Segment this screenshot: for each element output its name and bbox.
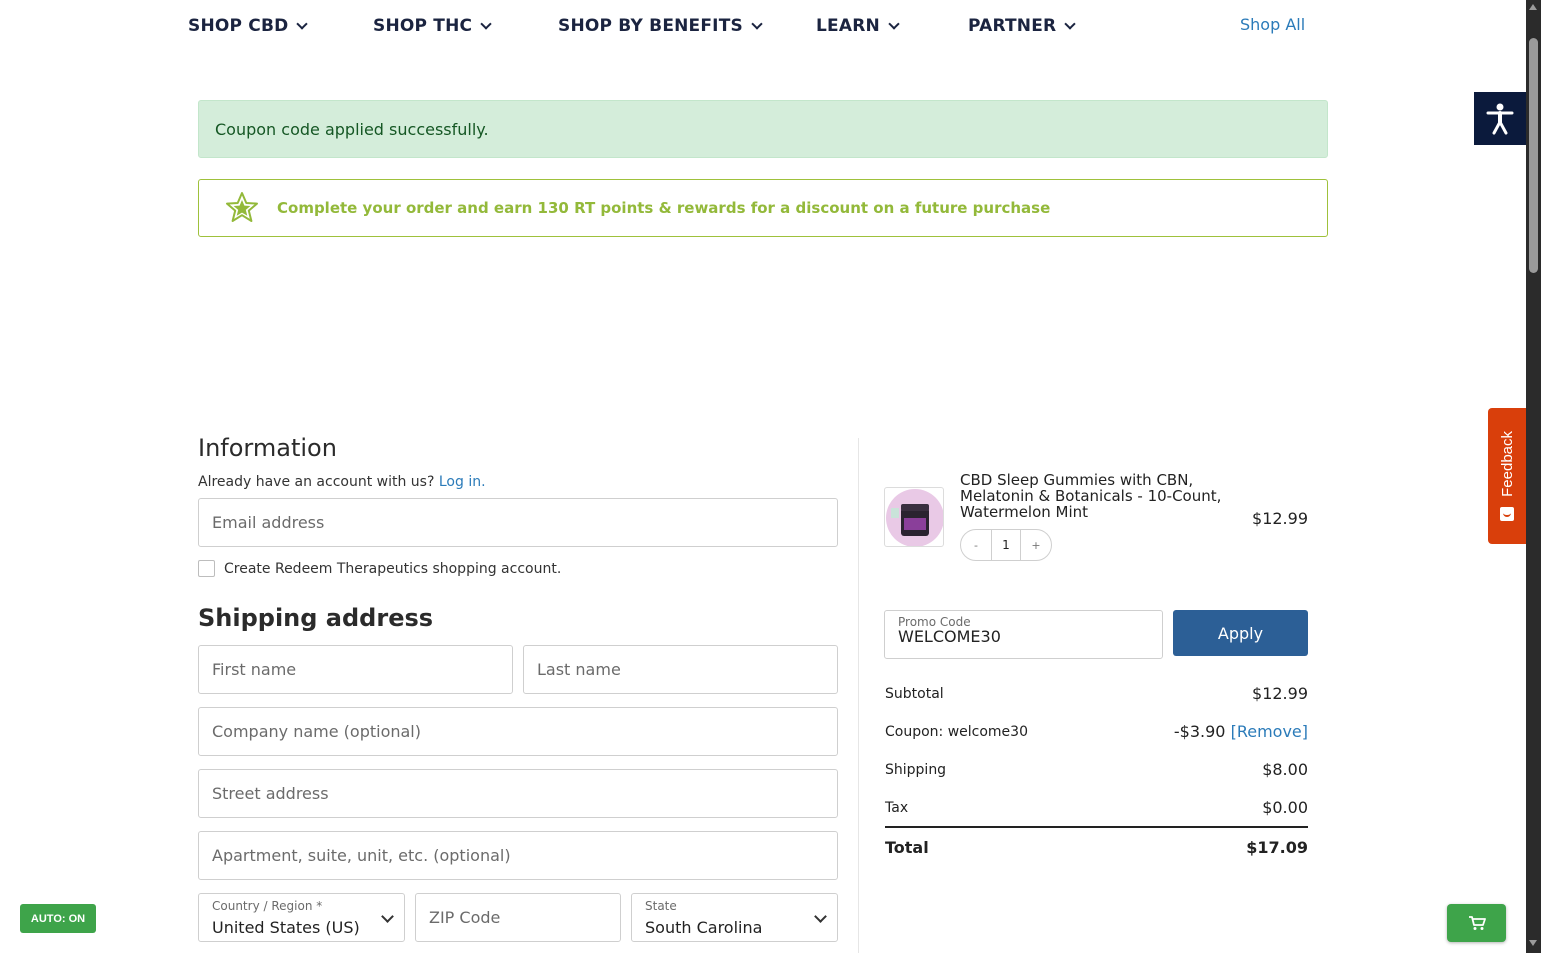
- nav-partner[interactable]: PARTNER: [968, 16, 1076, 36]
- coupon-label: Coupon: welcome30: [885, 723, 1028, 740]
- nav-shop-cbd[interactable]: SHOP CBD: [188, 16, 309, 36]
- apartment-field[interactable]: Apartment, suite, unit, etc. (optional): [198, 831, 838, 880]
- select-chevron-icon: [814, 910, 827, 923]
- last-name-placeholder: Last name: [537, 660, 621, 679]
- promo-code-input[interactable]: Promo Code WELCOME30: [884, 610, 1163, 659]
- tax-value: $0.00: [1262, 798, 1308, 817]
- nav-shop-by-benefits[interactable]: SHOP BY BENEFITS: [558, 16, 763, 36]
- chevron-down-icon: [480, 17, 492, 30]
- nav-item-label: SHOP THC: [373, 16, 473, 36]
- scroll-up-arrow-icon[interactable]: [1529, 4, 1537, 10]
- product-title: CBD Sleep Gummies with CBN, Melatonin & …: [960, 471, 1222, 521]
- top-nav: SHOP CBD SHOP THC SHOP BY BENEFITS LEARN…: [0, 0, 1526, 56]
- email-placeholder: Email address: [212, 513, 325, 532]
- shipping-value: $8.00: [1262, 760, 1308, 779]
- cart-button[interactable]: [1447, 904, 1506, 942]
- chevron-down-icon: [751, 17, 763, 30]
- auto-toggle-badge[interactable]: AUTO: ON: [20, 904, 96, 933]
- quantity-decrease-button[interactable]: -: [961, 539, 991, 552]
- email-field[interactable]: Email address: [198, 498, 838, 547]
- login-link[interactable]: Log in.: [439, 474, 486, 490]
- page-scrollbar[interactable]: [1526, 0, 1541, 953]
- feedback-icon: [1500, 506, 1514, 521]
- chevron-down-icon: [296, 17, 309, 30]
- subtotal-label: Subtotal: [885, 685, 944, 702]
- company-field[interactable]: Company name (optional): [198, 707, 838, 756]
- nav-shop-thc[interactable]: SHOP THC: [373, 16, 492, 36]
- apartment-placeholder: Apartment, suite, unit, etc. (optional): [212, 846, 511, 865]
- create-account-checkbox[interactable]: [198, 560, 215, 577]
- accessibility-button[interactable]: [1474, 92, 1526, 145]
- total-row: Total $17.09: [885, 838, 1308, 857]
- total-label: Total: [885, 838, 929, 857]
- information-heading: Information: [198, 434, 337, 462]
- nav-item-label: LEARN: [816, 16, 880, 36]
- first-name-placeholder: First name: [212, 660, 297, 679]
- company-placeholder: Company name (optional): [212, 722, 421, 741]
- shop-all-link[interactable]: Shop All: [1240, 15, 1305, 34]
- create-account-label: Create Redeem Therapeutics shopping acco…: [224, 560, 562, 577]
- subtotal-row: Subtotal $12.99: [885, 684, 1308, 703]
- nav-item-label: SHOP CBD: [188, 16, 289, 36]
- select-chevron-icon: [381, 910, 394, 923]
- zip-placeholder: ZIP Code: [429, 908, 501, 927]
- quantity-increase-button[interactable]: +: [1021, 539, 1051, 552]
- product-thumbnail: [884, 487, 944, 547]
- cart-icon: [1468, 916, 1486, 930]
- notice-text: Coupon code applied successfully.: [215, 119, 489, 139]
- account-prompt: Already have an account with us? Log in.: [198, 474, 486, 490]
- street-placeholder: Street address: [212, 784, 329, 803]
- last-name-field[interactable]: Last name: [523, 645, 838, 694]
- coupon-value-group: -$3.90 [Remove]: [1174, 722, 1308, 741]
- coupon-row: Coupon: welcome30 -$3.90 [Remove]: [885, 722, 1308, 741]
- country-select[interactable]: Country / Region * United States (US): [198, 893, 405, 942]
- scroll-down-arrow-icon[interactable]: [1529, 940, 1537, 946]
- total-value: $17.09: [1246, 838, 1308, 857]
- feedback-tab[interactable]: Feedback: [1488, 408, 1526, 544]
- country-value: United States (US): [212, 918, 360, 937]
- shipping-row: Shipping $8.00: [885, 760, 1308, 779]
- feedback-label: Feedback: [1498, 431, 1516, 497]
- scrollbar-thumb[interactable]: [1529, 38, 1538, 273]
- nav-item-label: PARTNER: [968, 16, 1057, 36]
- rewards-text: Complete your order and earn 130 RT poin…: [277, 199, 1051, 217]
- tax-label: Tax: [885, 799, 909, 816]
- state-select[interactable]: State South Carolina: [631, 893, 838, 942]
- rewards-notice: Complete your order and earn 130 RT poin…: [198, 179, 1328, 237]
- quantity-stepper: - 1 +: [960, 529, 1052, 561]
- apply-promo-button[interactable]: Apply: [1173, 610, 1308, 656]
- zip-code-field[interactable]: ZIP Code: [415, 893, 621, 942]
- account-prompt-text: Already have an account with us?: [198, 474, 435, 490]
- coupon-value: -$3.90: [1173, 722, 1226, 741]
- state-value: South Carolina: [645, 918, 763, 937]
- tax-row: Tax $0.00: [885, 798, 1308, 817]
- product-price: $12.99: [1252, 509, 1308, 528]
- nav-item-label: SHOP BY BENEFITS: [558, 16, 743, 36]
- accessibility-icon: [1486, 103, 1514, 134]
- first-name-field[interactable]: First name: [198, 645, 513, 694]
- coupon-success-notice: Coupon code applied successfully.: [198, 100, 1328, 158]
- subtotal-value: $12.99: [1252, 684, 1308, 703]
- state-label: State: [645, 899, 677, 913]
- country-label: Country / Region *: [212, 899, 323, 913]
- street-address-field[interactable]: Street address: [198, 769, 838, 818]
- total-divider: [885, 826, 1308, 828]
- remove-coupon-link[interactable]: [Remove]: [1231, 722, 1308, 741]
- promo-value: WELCOME30: [898, 627, 1001, 646]
- quantity-value[interactable]: 1: [991, 530, 1021, 560]
- chevron-down-icon: [1064, 17, 1076, 30]
- star-icon: [226, 192, 258, 222]
- shipping-heading: Shipping address: [198, 604, 434, 632]
- create-account-row: Create Redeem Therapeutics shopping acco…: [198, 560, 561, 577]
- chevron-down-icon: [888, 17, 900, 30]
- product-jar-image: [886, 489, 943, 546]
- column-divider: [858, 438, 859, 953]
- shipping-label: Shipping: [885, 761, 947, 778]
- nav-learn[interactable]: LEARN: [816, 16, 900, 36]
